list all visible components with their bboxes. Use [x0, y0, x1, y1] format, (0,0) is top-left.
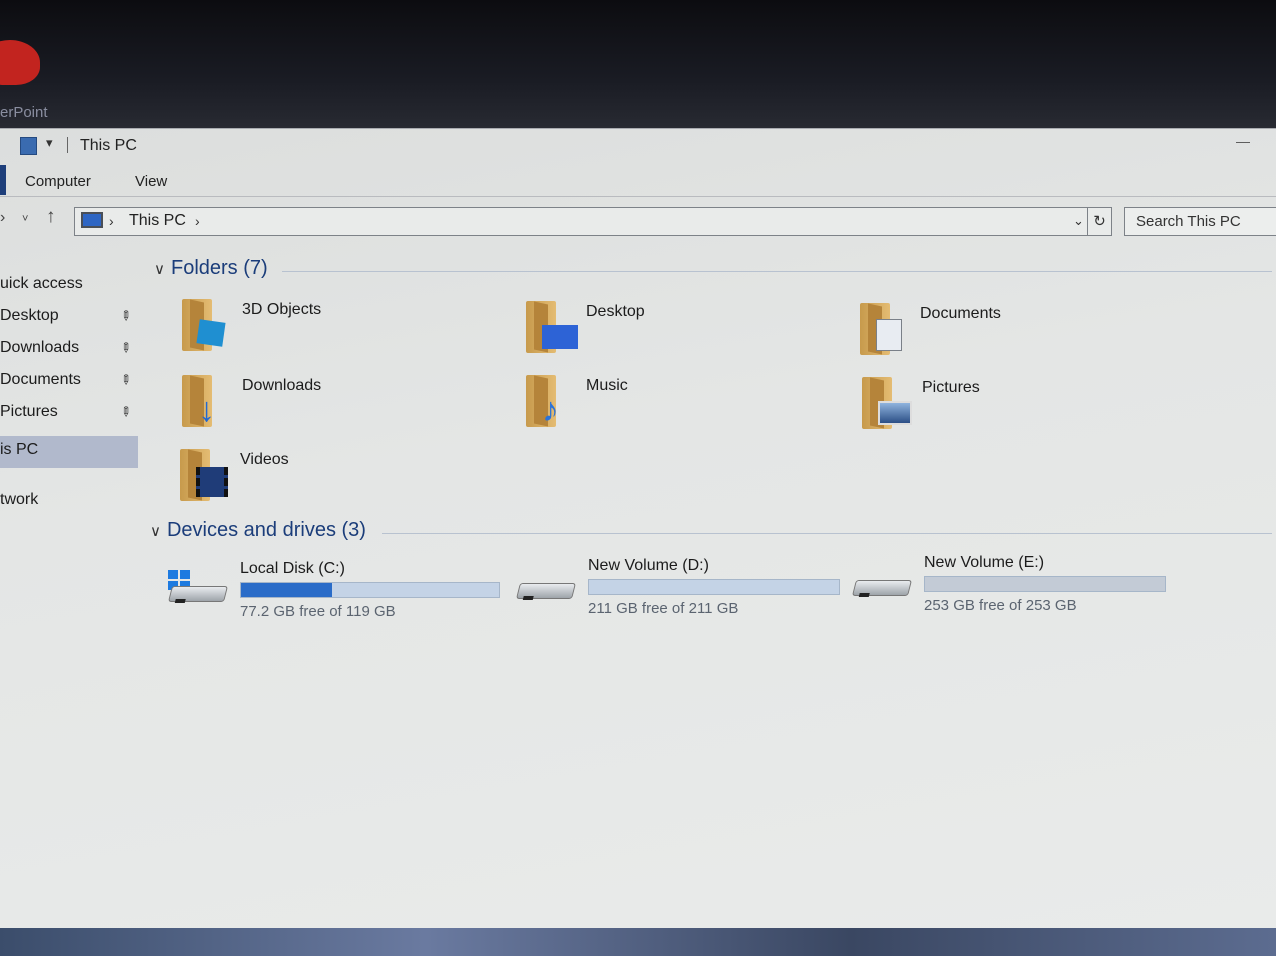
sidebar-item-label: Documents — [0, 371, 81, 388]
sidebar-item-label: twork — [0, 491, 39, 508]
drive-name: New Volume (D:) — [588, 557, 709, 574]
sidebar-item-network[interactable]: twork — [0, 486, 138, 516]
address-bar[interactable]: › This PC › ⌄ ↻ — [74, 207, 1112, 236]
pictures-folder-icon — [860, 375, 912, 431]
sidebar-item-label: Pictures — [0, 403, 58, 420]
app-icon — [0, 40, 40, 85]
chevron-right-icon[interactable]: › — [195, 213, 200, 229]
folder-tile[interactable]: 3D Objects — [180, 297, 480, 361]
drive-usage-bar — [240, 582, 500, 598]
folder-tile[interactable]: Videos — [178, 447, 478, 511]
content-pane: ∨ Folders (7) 3D Objects Desktop Documen… — [146, 251, 1276, 911]
folder-label: Music — [586, 377, 628, 394]
chevron-right-icon[interactable]: › — [109, 213, 114, 229]
system-drive-icon — [168, 570, 228, 606]
videos-folder-icon — [178, 447, 228, 503]
folder-tile[interactable]: Pictures — [860, 375, 1160, 439]
sidebar-item-quick-access[interactable]: uick access — [0, 270, 138, 300]
sidebar-item-label: uick access — [0, 275, 83, 292]
chevron-down-icon[interactable]: ⌄ — [1073, 213, 1084, 229]
file-explorer-window: ▾ This PC — Computer View › ˅ ↑ › This P… — [0, 128, 1276, 928]
sidebar-item-pictures[interactable]: Pictures ✎ — [0, 398, 138, 428]
pin-icon: ✎ — [116, 306, 135, 325]
chevron-down-icon[interactable]: ∨ — [154, 260, 165, 278]
downloads-folder-icon: ↓ — [180, 373, 228, 429]
pin-icon: ✎ — [116, 370, 135, 389]
drive-free-space: 77.2 GB free of 119 GB — [240, 603, 396, 620]
forward-button[interactable]: › — [0, 209, 5, 227]
folder-tile[interactable]: Desktop — [524, 299, 824, 363]
sidebar-item-this-pc[interactable]: is PC — [0, 436, 138, 468]
search-input[interactable]: Search This PC — [1124, 207, 1276, 236]
music-folder-icon: ♪ — [524, 373, 572, 429]
drives-header-label: Devices and drives (3) — [166, 519, 366, 541]
sidebar-item-documents[interactable]: Documents ✎ — [0, 366, 138, 396]
navigation-bar: › ˅ ↑ › This PC › ⌄ ↻ Search This PC — [0, 203, 1276, 239]
documents-folder-icon — [858, 301, 906, 357]
address-path[interactable]: This PC — [129, 212, 186, 230]
title-separator — [67, 137, 68, 153]
recent-locations-icon[interactable]: ˅ — [22, 213, 28, 225]
title-bar: ▾ This PC — — [0, 129, 1276, 163]
desktop-folder-icon — [524, 299, 578, 355]
app-label: erPoint — [0, 104, 48, 121]
drive-name: New Volume (E:) — [924, 554, 1045, 571]
quick-access-dropdown-icon[interactable]: ▾ — [46, 135, 53, 151]
minimize-button[interactable]: — — [1236, 133, 1250, 149]
folders-group-header[interactable]: ∨ Folders (7) — [154, 257, 268, 280]
group-divider — [382, 533, 1272, 534]
folder-tile[interactable]: ♪ Music — [524, 373, 824, 437]
folder-label: Downloads — [242, 377, 322, 394]
ribbon: Computer View — [0, 165, 1276, 197]
drive-tile-d[interactable]: New Volume (D:) 211 GB free of 211 GB — [516, 557, 856, 627]
drive-tile-e[interactable]: New Volume (E:) 253 GB free of 253 GB — [852, 554, 1192, 624]
tab-view[interactable]: View — [135, 173, 167, 190]
sidebar-item-label: Downloads — [0, 339, 80, 356]
sidebar-item-downloads[interactable]: Downloads ✎ — [0, 334, 138, 364]
folder-label: Videos — [240, 451, 289, 468]
folder-label: Documents — [920, 305, 1001, 322]
drive-icon — [516, 577, 576, 603]
drive-free-space: 253 GB free of 253 GB — [924, 597, 1077, 614]
desktop-background-top: erPoint — [0, 0, 1276, 135]
pin-icon: ✎ — [116, 338, 135, 357]
drive-icon — [852, 574, 912, 600]
pin-icon: ✎ — [116, 402, 135, 421]
chevron-down-icon[interactable]: ∨ — [150, 522, 161, 540]
desktop-background-bottom — [0, 928, 1276, 956]
refresh-button[interactable]: ↻ — [1087, 208, 1111, 235]
file-tab[interactable] — [0, 165, 6, 195]
window-title: This PC — [80, 137, 137, 154]
navigation-pane: uick access Desktop ✎ Downloads ✎ Document… — [0, 254, 140, 914]
folder-label: 3D Objects — [242, 301, 322, 318]
folder-label: Desktop — [586, 303, 645, 320]
sidebar-item-label: is PC — [0, 441, 39, 458]
drive-usage-bar — [588, 579, 840, 595]
drive-free-space: 211 GB free of 211 GB — [588, 600, 739, 617]
drive-tile-c[interactable]: Local Disk (C:) 77.2 GB free of 119 GB — [168, 560, 508, 630]
folder-label: Pictures — [922, 379, 980, 396]
folders-header-label: Folders (7) — [170, 257, 268, 279]
up-arrow-icon[interactable]: ↑ — [46, 206, 56, 228]
group-divider — [282, 271, 1272, 272]
properties-icon[interactable] — [20, 137, 37, 155]
sidebar-item-desktop[interactable]: Desktop ✎ — [0, 302, 138, 332]
3d-objects-folder-icon — [180, 297, 228, 353]
this-pc-icon — [81, 212, 103, 228]
drive-usage-bar — [924, 576, 1166, 592]
drives-group-header[interactable]: ∨ Devices and drives (3) — [150, 519, 366, 542]
folder-tile[interactable]: ↓ Downloads — [180, 373, 480, 437]
sidebar-item-label: Desktop — [0, 307, 59, 324]
tab-computer[interactable]: Computer — [25, 173, 91, 190]
folder-tile[interactable]: Documents — [858, 301, 1158, 365]
drive-usage-fill — [241, 583, 332, 597]
drive-name: Local Disk (C:) — [240, 560, 345, 577]
